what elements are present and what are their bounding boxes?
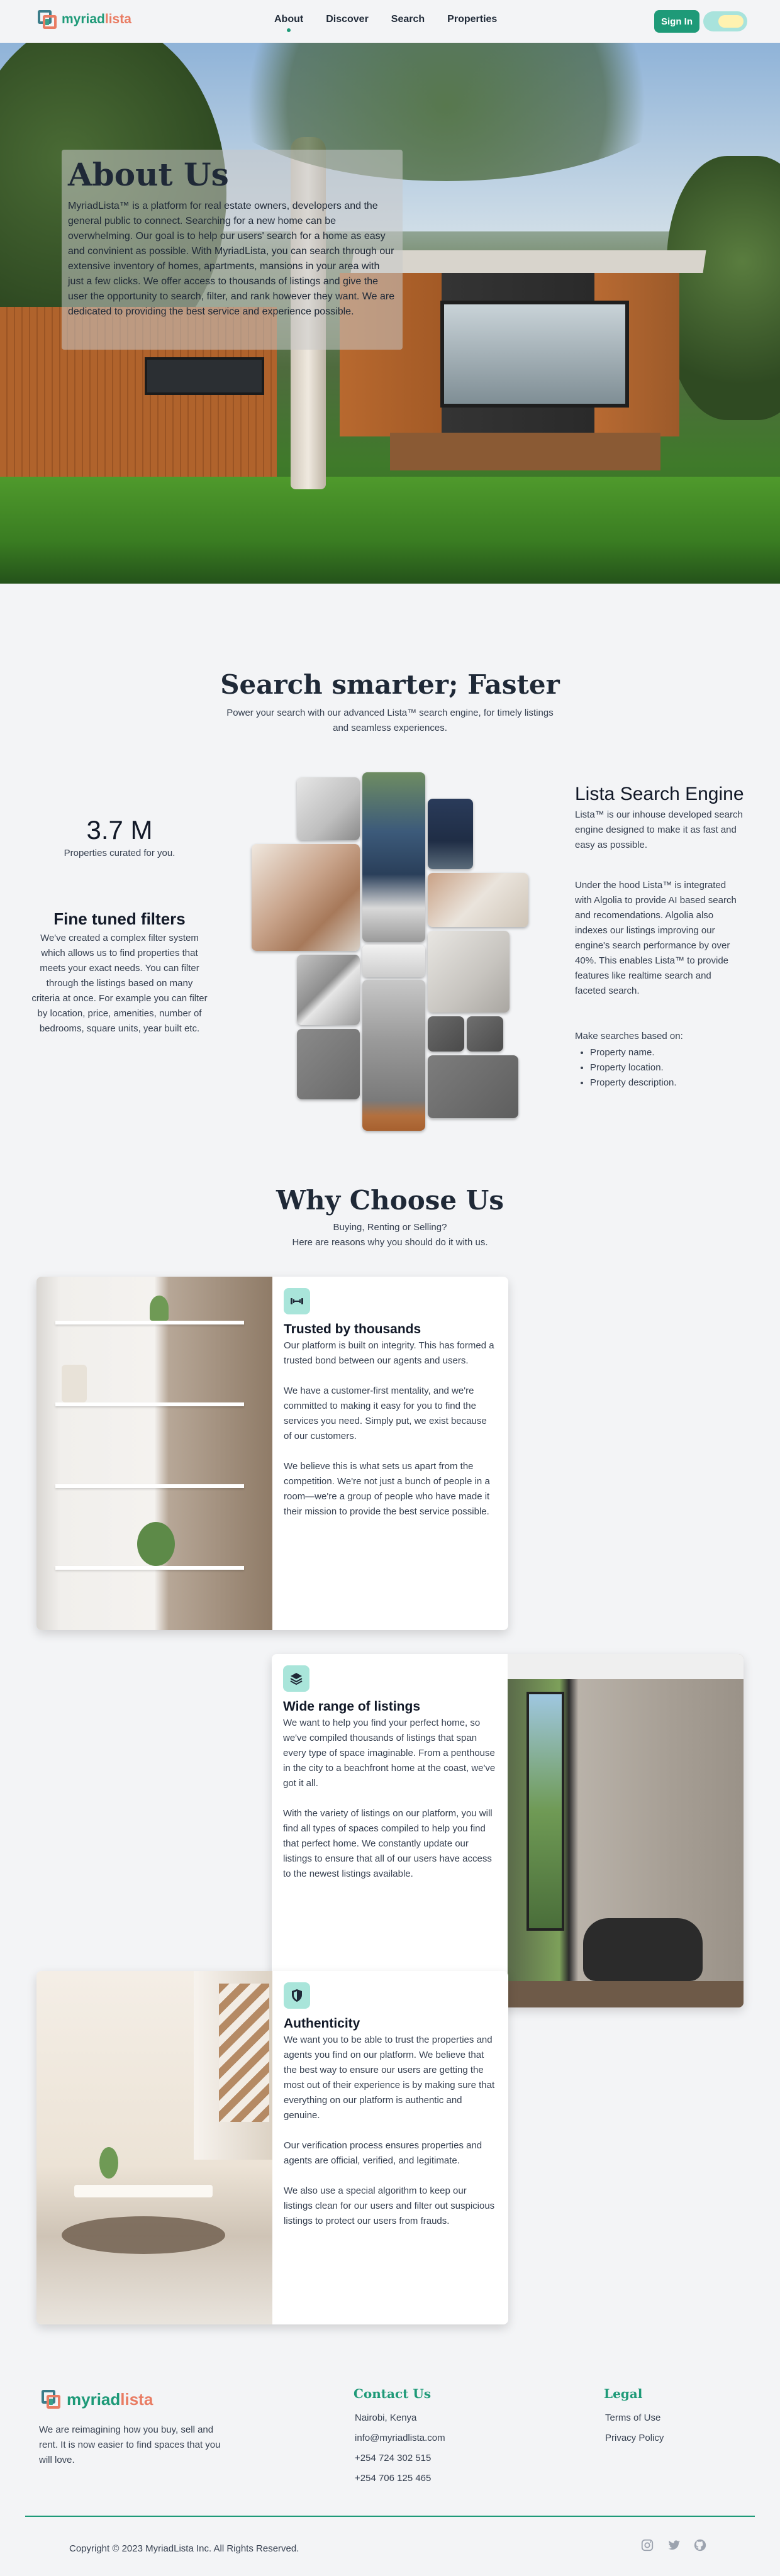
card-paragraph: With the variety of listings on our plat… [283, 1808, 493, 1879]
hero-house-deck [390, 433, 660, 470]
card-title: Wide range of listings [283, 1699, 420, 1714]
filters-text: We've created a complex filter system wh… [31, 933, 208, 1034]
about-us-box: About Us MyriadLista™ is a platform for … [62, 150, 403, 350]
terms-of-use-link[interactable]: Terms of Use [605, 2412, 660, 2423]
privacy-policy-link[interactable]: Privacy Policy [605, 2433, 664, 2443]
why-subtitle-line: Buying, Renting or Selling? [333, 1222, 447, 1233]
copyright-text: Copyright © 2023 MyriadLista Inc. All Ri… [69, 2543, 299, 2554]
footer-divider [25, 2516, 755, 2517]
shield-icon [284, 1982, 310, 2009]
why-subtitle-line: Here are reasons why you should do it wi… [292, 1237, 488, 1248]
why-section-title: Why Choose Us [276, 1185, 504, 1216]
hero-trees-right [667, 156, 780, 420]
contact-location: Nairobi, Kenya [355, 2412, 417, 2423]
card-content: Authenticity We want you to be able to t… [272, 1971, 508, 2324]
search-engine-intro: Lista™ is our inhouse developed search e… [575, 809, 743, 850]
reason-card-trusted: Trusted by thousands Our platform is bui… [36, 1277, 508, 1630]
hero-banner: About Us MyriadLista™ is a platform for … [0, 43, 780, 584]
card-paragraph: We want you to be able to trust the prop… [284, 2035, 495, 2121]
about-us-text: MyriadLista™ is a platform for real esta… [68, 201, 395, 317]
contact-phone[interactable]: +254 724 302 515 [355, 2453, 431, 2463]
search-section-title: Search smarter; Faster [220, 669, 560, 700]
nav-link-about[interactable]: About [274, 14, 303, 32]
footer-logo[interactable]: myriadlista [40, 2389, 153, 2410]
search-engine-details: Under the hood Lista™ is integrated with… [575, 880, 737, 996]
list-item: Property name. [590, 1045, 754, 1060]
hero-house-glass [440, 301, 629, 408]
logo-text: myriadlista [62, 12, 131, 26]
list-item: Property description. [590, 1075, 754, 1091]
card-paragraph: Our verification process ensures propert… [284, 2140, 482, 2166]
properties-count: 3.7 M [86, 815, 153, 845]
interior-photo-collage [252, 770, 528, 1131]
footer-legal-title: Legal [604, 2386, 643, 2401]
hero-house-roof [350, 250, 706, 273]
card-content: Trusted by thousands Our platform is bui… [272, 1277, 508, 1630]
top-navbar: myriadlista About Discover Search Proper… [0, 0, 780, 43]
collage-photo [428, 1016, 464, 1052]
nav-link-discover[interactable]: Discover [326, 14, 369, 25]
instagram-icon[interactable] [640, 2538, 655, 2553]
collage-photo [428, 931, 510, 1013]
bathroom-photo [508, 1654, 744, 2007]
contact-email[interactable]: info@myriadlista.com [355, 2433, 445, 2443]
theme-toggle-knob [718, 15, 744, 28]
list-item: Property location. [590, 1060, 754, 1075]
about-us-title: About Us [68, 156, 229, 193]
collage-photo [297, 955, 360, 1025]
shelves-photo [36, 1277, 272, 1630]
card-paragraph: We have a customer-first mentality, and … [284, 1385, 487, 1441]
card-paragraph: We want to help you find your perfect ho… [283, 1718, 496, 1789]
github-icon[interactable] [693, 2538, 708, 2553]
collage-photo [297, 777, 360, 840]
hero-house-window [145, 357, 264, 395]
sign-in-button[interactable]: Sign In [654, 10, 699, 33]
collage-photo [252, 844, 360, 951]
card-title: Trusted by thousands [284, 1322, 421, 1336]
nav-links: About Discover Search Properties [274, 14, 497, 32]
filters-title: Fine tuned filters [53, 909, 186, 928]
collage-photo [428, 1055, 518, 1118]
card-paragraph: Our platform is built on integrity. This… [284, 1340, 494, 1366]
properties-count-label: Properties curated for you. [64, 848, 176, 858]
search-engine-title: Lista Search Engine [575, 784, 744, 804]
logo-icon [36, 9, 58, 30]
reason-card-listings: Wide range of listings We want to help y… [272, 1654, 744, 2007]
collage-photo [362, 772, 425, 942]
search-criteria-list: Property name. Property location. Proper… [590, 1045, 754, 1091]
contact-phone[interactable]: +254 706 125 465 [355, 2473, 431, 2484]
search-engine-list-heading: Make searches based on: [575, 1031, 683, 1041]
logo-text: myriadlista [67, 2389, 153, 2409]
reason-card-authenticity: Authenticity We want you to be able to t… [36, 1971, 508, 2324]
footer-contact-title: Contact Us [354, 2386, 432, 2401]
collage-photo [362, 945, 425, 977]
dining-room-photo [36, 1971, 272, 2324]
card-paragraph: We believe this is what sets us apart fr… [284, 1461, 490, 1517]
why-section-subtitle: Buying, Renting or Selling? Here are rea… [201, 1220, 579, 1250]
nav-link-search[interactable]: Search [391, 14, 425, 25]
collage-photo [467, 1016, 503, 1052]
theme-toggle[interactable] [703, 11, 747, 31]
logo-icon [40, 2389, 62, 2410]
brand-logo[interactable]: myriadlista [36, 9, 131, 30]
collage-photo [297, 1029, 360, 1099]
card-paragraph: We also use a special algorithm to keep … [284, 2185, 495, 2226]
card-title: Authenticity [284, 2016, 360, 2031]
collage-photo [428, 873, 528, 927]
footer-description: We are reimagining how you buy, sell and… [39, 2424, 221, 2465]
hero-lawn [0, 477, 780, 584]
collage-photo [362, 980, 425, 1131]
dumbbell-icon [284, 1288, 310, 1314]
collage-photo [428, 799, 473, 869]
layers-icon [283, 1665, 309, 1692]
search-section-subtitle: Power your search with our advanced List… [226, 708, 554, 733]
nav-link-properties[interactable]: Properties [447, 14, 497, 25]
card-content: Wide range of listings We want to help y… [272, 1654, 508, 2007]
twitter-icon[interactable] [667, 2538, 682, 2553]
